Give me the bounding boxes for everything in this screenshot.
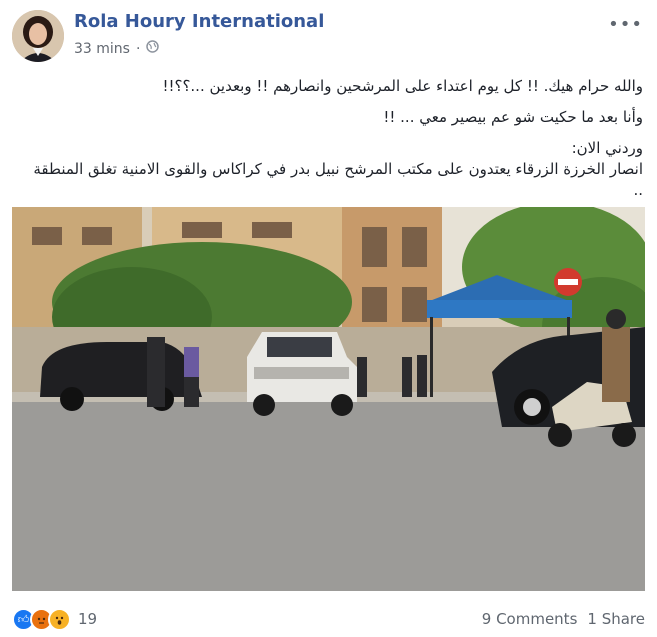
reaction-count[interactable]: 19 bbox=[78, 610, 97, 628]
wow-icon bbox=[48, 607, 71, 631]
post-line: والله حرام هيك. !! كل يوم اعتداء على الم… bbox=[162, 77, 643, 95]
shares-link[interactable]: 1 Share bbox=[587, 610, 645, 628]
reaction-bar: 👍︎ 19 9 Comments 1 Share bbox=[12, 606, 645, 632]
globe-icon bbox=[146, 40, 160, 57]
page-name-link[interactable]: Rola Houry International bbox=[74, 11, 324, 32]
post-text: والله حرام هيك. !! كل يوم اعتداء على الم… bbox=[23, 76, 643, 201]
post-line: وأنا بعد ما حكيت شو عم بيصير معي ... !! bbox=[383, 108, 643, 126]
timestamp-link[interactable]: 33 mins bbox=[74, 41, 130, 57]
post-line: وردني الان: bbox=[571, 139, 643, 157]
post-meta: 33 mins · bbox=[74, 40, 160, 57]
comments-link[interactable]: 9 Comments bbox=[482, 610, 578, 628]
reaction-icons[interactable]: 👍︎ bbox=[12, 607, 71, 631]
more-dots-icon[interactable]: ••• bbox=[608, 14, 643, 35]
post-photo[interactable] bbox=[12, 207, 645, 591]
post-line: انصار الخرزة الزرقاء يعتدون على مكتب الم… bbox=[33, 160, 643, 199]
separator-dot: · bbox=[135, 40, 141, 57]
avatar[interactable] bbox=[12, 10, 64, 62]
